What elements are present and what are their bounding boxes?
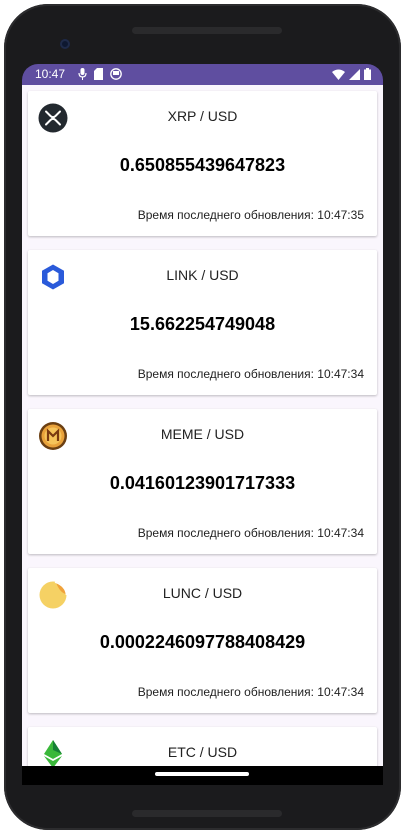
signal-icon [349, 68, 360, 80]
price-card-etc[interactable]: ETC / USD [28, 727, 377, 766]
home-gesture-bar[interactable] [155, 772, 249, 776]
pair-label: LINK / USD [166, 267, 239, 283]
battery-icon [364, 68, 371, 80]
pair-label: MEME / USD [160, 426, 245, 442]
price-value: 0.650855439647823 [119, 155, 286, 175]
last-update-time: Время последнего обновления: 10:47:34 [137, 685, 364, 699]
status-time: 10:47 [35, 67, 66, 81]
navigation-bar [22, 766, 383, 785]
price-list: XRP / USD 0.650855439647823 Время послед… [22, 85, 383, 766]
price-card-xrp[interactable]: XRP / USD 0.650855439647823 Время послед… [28, 91, 377, 236]
earpiece [132, 27, 282, 34]
sd-card-icon [94, 68, 103, 80]
price-value: 15.662254749048 [129, 314, 276, 334]
status-left-icons [78, 68, 122, 80]
price-card-link[interactable]: LINK / USD 15.662254749048 Время последн… [28, 250, 377, 395]
pair-label: XRP / USD [167, 108, 238, 124]
mic-icon [78, 68, 87, 80]
front-camera [60, 39, 70, 49]
last-update-time: Время последнего обновления: 10:47:34 [137, 367, 364, 381]
price-value: 0.0002246097788408429 [99, 632, 306, 652]
pair-label: LUNC / USD [162, 585, 243, 601]
price-card-lunc[interactable]: LUNC / USD 0.0002246097788408429 Время п… [28, 568, 377, 713]
bottom-speaker [132, 810, 282, 817]
screen: 10:47 XRP / USD 0.650855439647823 Время … [22, 64, 383, 785]
last-update-time: Время последнего обновления: 10:47:35 [137, 208, 364, 222]
app-notification-icon [110, 68, 122, 80]
price-value: 0.04160123901717333 [109, 473, 296, 493]
price-card-meme[interactable]: MEME / USD 0.04160123901717333 Время пос… [28, 409, 377, 554]
status-right-icons [332, 68, 371, 80]
status-bar: 10:47 [22, 64, 383, 85]
last-update-time: Время последнего обновления: 10:47:34 [137, 526, 364, 540]
wifi-icon [332, 69, 345, 80]
pair-label: ETC / USD [167, 744, 238, 760]
